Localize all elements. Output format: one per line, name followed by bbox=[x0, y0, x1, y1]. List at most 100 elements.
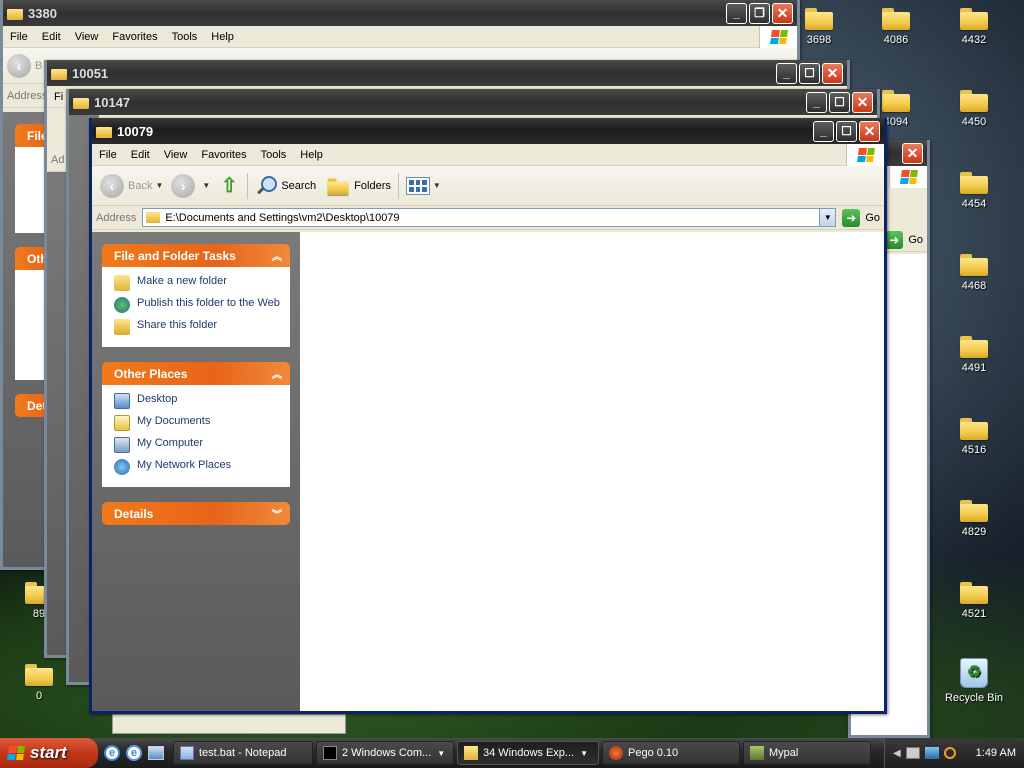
titlebar[interactable]: 10079 _ ☐ ✕ bbox=[92, 118, 884, 144]
go-arrow-icon: ➜ bbox=[842, 208, 861, 227]
folder-icon bbox=[960, 580, 988, 604]
keyboard-icon[interactable] bbox=[905, 747, 920, 759]
browser-icon[interactable]: e bbox=[126, 745, 142, 761]
folder-icon bbox=[882, 88, 910, 112]
desktop-folder-icon[interactable]: 4516 bbox=[937, 416, 1011, 456]
back-button[interactable]: ‹ Back ▼ bbox=[96, 171, 167, 201]
close-button[interactable]: ✕ bbox=[902, 142, 923, 164]
close-button[interactable]: ✕ bbox=[852, 91, 873, 113]
folder-icon bbox=[882, 6, 910, 30]
search-icon[interactable] bbox=[943, 747, 956, 759]
file-list-pane[interactable] bbox=[300, 232, 884, 711]
menu-view[interactable]: View bbox=[68, 31, 106, 43]
folders-icon bbox=[327, 177, 349, 195]
other-places-header[interactable]: Other Places ︽ bbox=[102, 362, 290, 385]
quick-launch: e e bbox=[98, 745, 170, 761]
desktop-recycle-bin[interactable]: ♻ Recycle Bin bbox=[937, 658, 1011, 704]
task-publish-folder[interactable]: Publish this folder to the Web bbox=[114, 297, 280, 313]
chevron-down-icon: ▼ bbox=[432, 181, 441, 190]
go-button[interactable]: ➜ Go bbox=[885, 230, 923, 249]
desktop-folder-icon[interactable]: 4491 bbox=[937, 334, 1011, 374]
menu-tools[interactable]: Tools bbox=[165, 31, 205, 43]
task-make-new-folder[interactable]: Make a new folder bbox=[114, 275, 280, 291]
titlebar[interactable]: 10051 _ ☐ ✕ bbox=[47, 60, 847, 86]
start-button[interactable]: start bbox=[0, 738, 98, 768]
address-dropdown-button[interactable]: ▼ bbox=[819, 209, 836, 226]
menu-help[interactable]: Help bbox=[204, 31, 241, 43]
back-arrow-icon: ‹ bbox=[100, 173, 124, 198]
views-button[interactable]: ▼ bbox=[402, 171, 445, 201]
menu-file[interactable]: File bbox=[92, 149, 124, 161]
taskbar-button-pego[interactable]: Pego 0.10 bbox=[602, 741, 740, 765]
maximize-button[interactable]: ☐ bbox=[836, 120, 857, 142]
taskbar-button-explorer[interactable]: 34 Windows Exp... ▼ bbox=[457, 741, 599, 765]
desktop-folder-icon[interactable]: 4432 bbox=[937, 6, 1011, 46]
minimize-button[interactable]: _ bbox=[776, 62, 797, 84]
my-documents-icon bbox=[114, 415, 130, 431]
desktop-folder-icon[interactable]: 4468 bbox=[937, 252, 1011, 292]
chevron-left-icon[interactable]: ◀ bbox=[893, 748, 901, 759]
address-input[interactable]: E:\Documents and Settings\vm2\Desktop\10… bbox=[142, 208, 837, 227]
folder-icon bbox=[960, 88, 988, 112]
place-my-computer[interactable]: My Computer bbox=[114, 437, 280, 453]
back-arrow-icon[interactable]: ‹ bbox=[7, 53, 31, 78]
chevron-up-icon[interactable]: ︽ bbox=[272, 248, 282, 263]
place-my-documents[interactable]: My Documents bbox=[114, 415, 280, 431]
maximize-button[interactable]: ☐ bbox=[799, 62, 820, 84]
folder-icon bbox=[960, 6, 988, 30]
menu-help[interactable]: Help bbox=[293, 149, 330, 161]
file-folder-tasks-panel: File and Folder Tasks ︽ Make a new folde… bbox=[102, 244, 290, 347]
folder-icon bbox=[960, 498, 988, 522]
taskbar-button-notepad[interactable]: test.bat - Notepad bbox=[173, 741, 313, 765]
details-header[interactable]: Details ︾ bbox=[102, 502, 290, 525]
horizontal-scrollbar[interactable] bbox=[112, 714, 346, 734]
taskbar-button-mypal[interactable]: Mypal bbox=[743, 741, 871, 765]
up-folder-icon: ⇧ bbox=[220, 175, 238, 197]
restore-button[interactable]: ❐ bbox=[749, 2, 770, 24]
close-button[interactable]: ✕ bbox=[859, 120, 880, 142]
titlebar[interactable]: 3380 _ ❐ ✕ bbox=[3, 0, 797, 26]
windows-flag-icon bbox=[856, 148, 875, 162]
folders-button[interactable]: Folders bbox=[320, 171, 395, 201]
task-share-folder[interactable]: Share this folder bbox=[114, 319, 280, 335]
menu-favorites[interactable]: Favorites bbox=[105, 31, 164, 43]
pego-icon bbox=[609, 746, 623, 760]
menu-tools[interactable]: Tools bbox=[254, 149, 294, 161]
desktop-folder-icon[interactable]: 4086 bbox=[859, 6, 933, 46]
search-icon bbox=[255, 175, 278, 197]
close-button[interactable]: ✕ bbox=[822, 62, 843, 84]
details-panel: Details ︾ bbox=[102, 502, 290, 525]
network-places-icon bbox=[114, 459, 130, 475]
menu-edit[interactable]: Edit bbox=[124, 149, 157, 161]
network-icon[interactable] bbox=[924, 747, 939, 759]
chevron-down-icon[interactable]: ︾ bbox=[272, 506, 282, 521]
menu-favorites[interactable]: Favorites bbox=[194, 149, 253, 161]
place-desktop[interactable]: Desktop bbox=[114, 393, 280, 409]
taskbar-button-command[interactable]: 2 Windows Com... ▼ bbox=[316, 741, 454, 765]
minimize-button[interactable]: _ bbox=[813, 120, 834, 142]
minimize-button[interactable]: _ bbox=[726, 2, 747, 24]
desktop-folder-icon[interactable]: 0 bbox=[2, 662, 76, 702]
desktop-folder-icon[interactable]: 4450 bbox=[937, 88, 1011, 128]
window-10079[interactable]: 10079 _ ☐ ✕ File Edit View Favorites Too… bbox=[89, 118, 887, 714]
desktop-folder-icon[interactable]: 4454 bbox=[937, 170, 1011, 210]
internet-explorer-icon[interactable]: e bbox=[104, 745, 120, 761]
minimize-button[interactable]: _ bbox=[806, 91, 827, 113]
search-button[interactable]: Search bbox=[251, 171, 320, 201]
menu-file[interactable]: File bbox=[3, 31, 35, 43]
menu-view[interactable]: View bbox=[157, 149, 195, 161]
desktop-folder-icon[interactable]: 4521 bbox=[937, 580, 1011, 620]
go-button[interactable]: ➜ Go bbox=[842, 208, 880, 227]
forward-button[interactable]: › ▼ bbox=[167, 171, 214, 201]
place-my-network-places[interactable]: My Network Places bbox=[114, 459, 280, 475]
task-body: Make a new folder Publish this folder to… bbox=[102, 267, 290, 347]
maximize-button[interactable]: ☐ bbox=[829, 91, 850, 113]
file-folder-tasks-header[interactable]: File and Folder Tasks ︽ bbox=[102, 244, 290, 267]
menu-edit[interactable]: Edit bbox=[35, 31, 68, 43]
titlebar[interactable]: 10147 _ ☐ ✕ bbox=[69, 89, 877, 115]
up-button[interactable]: ⇧ bbox=[214, 171, 244, 201]
show-desktop-icon[interactable] bbox=[148, 746, 164, 760]
chevron-up-icon[interactable]: ︽ bbox=[272, 366, 282, 381]
desktop-folder-icon[interactable]: 4829 bbox=[937, 498, 1011, 538]
close-button[interactable]: ✕ bbox=[772, 2, 793, 24]
